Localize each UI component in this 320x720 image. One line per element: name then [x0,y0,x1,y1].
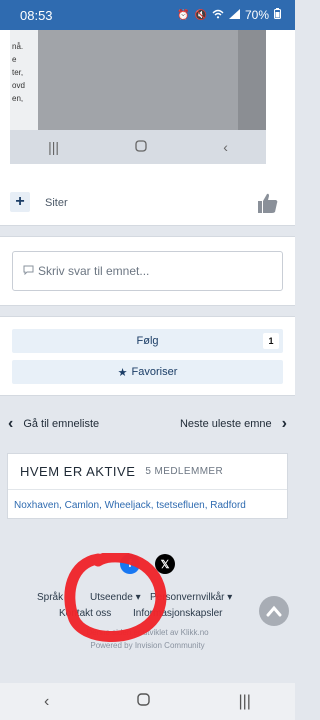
post-actions: + Siter [0,190,295,218]
battery-level: 70% [244,8,269,22]
x-twitter-icon[interactable]: 𝕏 [155,554,175,574]
privacy-label: Personvernvilkår [150,592,225,603]
topic-list-label: Gå til emneliste [23,418,100,430]
user-link[interactable]: Camlon [65,500,99,511]
developer-credit: Denne siden er utviklet av Klikk.no [86,628,209,637]
favorite-label: Favoriser [131,366,178,378]
screenshot-line: ovd [12,81,25,90]
back-icon: ‹ [223,139,228,155]
user-link[interactable]: Radford [210,500,246,511]
facebook-icon[interactable]: f [120,554,140,574]
status-bar: 08:53 ⏰ 🔇 70% [0,0,295,30]
battery-icon [274,8,281,22]
recent-apps-icon: ||| [48,139,59,155]
home-icon[interactable] [137,692,151,711]
screenshot-dim-panel [38,30,238,130]
scroll-to-top-button[interactable] [259,596,289,626]
speech-bubble-icon [23,264,34,278]
follow-label: Følg [136,335,159,347]
topic-navigation: ‹ Gå til emneliste Neste uleste emne › [0,416,295,436]
theme-label: Utseende [90,592,133,603]
powered-by: Powered by Invision Community [90,641,205,650]
status-time: 08:53 [20,7,53,23]
language-link[interactable]: Språk [37,592,63,603]
embedded-screenshot[interactable]: nå. e ter, ovd en, ||| ‹ [10,30,266,164]
active-users-count: 5 MEDLEMMER [145,466,224,477]
user-link[interactable]: tsetsefluen [156,500,204,511]
active-users-title: HVEM ER AKTIVE [20,464,136,479]
reply-input[interactable]: Skriv svar til emnet... [12,251,283,291]
reply-card: Skriv svar til emnet... [0,236,295,306]
follow-card: Følg 1 ★ Favoriser [0,316,295,396]
wifi-icon [212,9,224,22]
mute-icon: 🔇 [194,9,207,21]
user-link[interactable]: Noxhaven [14,500,59,511]
recent-apps-icon[interactable]: ||| [238,693,250,711]
user-link[interactable]: Wheeljack [105,500,151,511]
active-users-card: HVEM ER AKTIVE 5 MEDLEMMER Noxhaven, Cam… [7,453,288,519]
chevron-right-icon: › [281,415,287,432]
contact-link[interactable]: Kontakt oss [59,608,111,619]
status-icons: ⏰ 🔇 70% [177,8,281,22]
privacy-policy-link[interactable]: Personvernvilkår ▾ [150,592,232,603]
screenshot-line: e [12,55,17,64]
next-unread-link[interactable]: Neste uleste emne › [180,416,287,432]
multiquote-button[interactable]: + [10,192,30,212]
screenshot-line: ter, [12,68,24,77]
android-nav-bar: ‹ ||| [0,683,295,720]
quote-button[interactable]: Siter [45,197,68,209]
post-card: nå. e ter, ovd en, ||| ‹ + Siter [0,30,295,226]
star-icon: ★ [117,366,128,379]
active-users-header: HVEM ER AKTIVE 5 MEDLEMMER [8,454,287,490]
chevron-up-icon [266,605,282,617]
alarm-icon: ⏰ [177,9,190,21]
screenshot-line: en, [12,94,24,103]
follower-count-badge: 1 [263,333,279,349]
topic-list-link[interactable]: ‹ Gå til emneliste [8,416,99,432]
home-icon [135,139,147,155]
favorite-button[interactable]: ★ Favoriser [12,360,283,384]
screenshot-line: nå. [12,42,24,51]
caret-down-icon: ▾ [135,592,141,603]
reply-placeholder: Skriv svar til emnet... [38,264,150,278]
caret-down-icon: ▾ [227,592,233,603]
next-unread-label: Neste uleste emne [179,418,272,430]
cookies-link[interactable]: Informasjonskapsler [133,608,222,619]
theme-link[interactable]: Utseende ▾ [90,592,141,603]
follow-button[interactable]: Følg 1 [12,329,283,353]
chevron-left-icon: ‹ [8,415,14,432]
back-icon[interactable]: ‹ [44,693,49,711]
thumbs-up-icon[interactable] [258,192,278,214]
active-users-list: Noxhaven, Camlon, Wheeljack, tsetsefluen… [14,500,246,511]
screenshot-text: nå. e ter, ovd en, [10,30,38,130]
screenshot-nav-bar: ||| ‹ [10,130,266,164]
signal-icon [228,8,240,22]
